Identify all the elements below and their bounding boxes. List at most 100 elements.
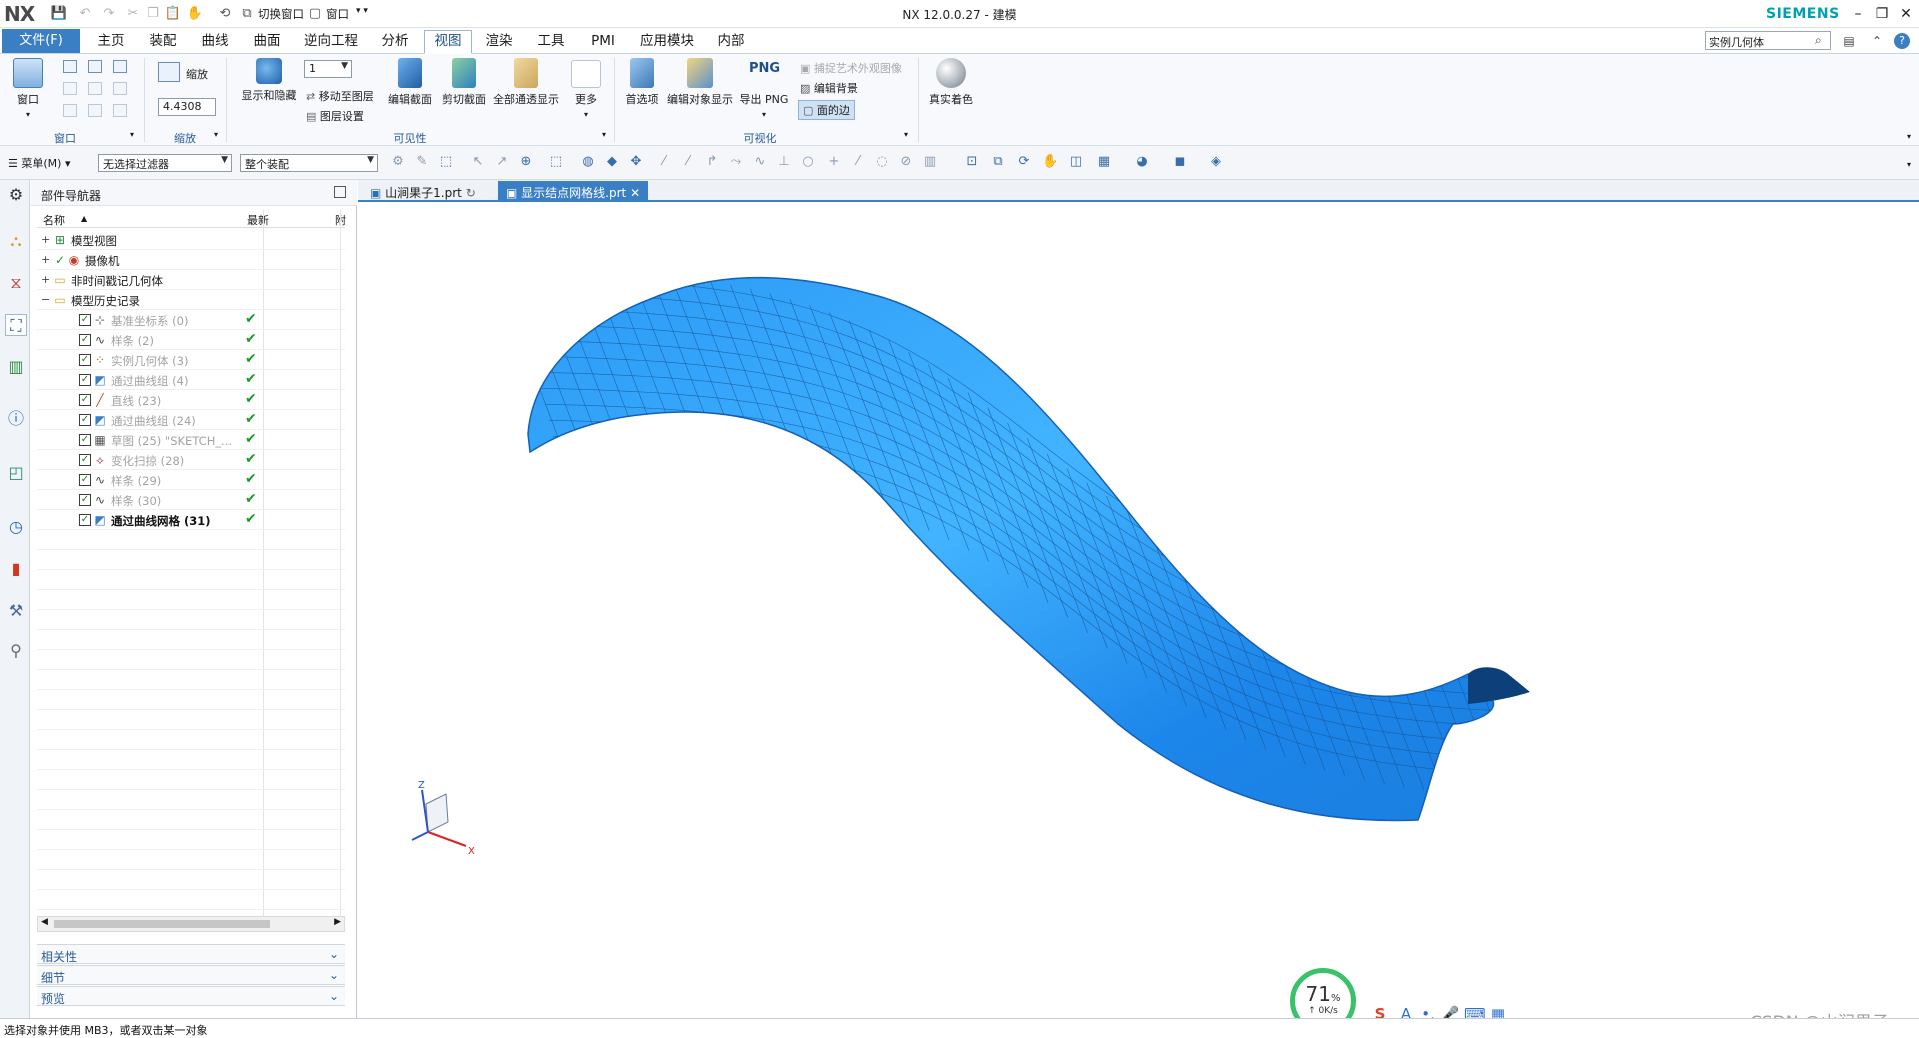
selection-scope-select[interactable]: 整个装配 ▼ <box>240 154 378 172</box>
work-layer-select[interactable]: 1 ▼ <box>304 60 352 78</box>
group-expand-icon[interactable]: ▾ <box>214 130 218 139</box>
solid-body-icon[interactable]: ◍ <box>580 154 596 170</box>
doc-tab-part2[interactable]: ▣ 显示结点网格线.prt ✕ <box>498 181 649 202</box>
tab-curve[interactable]: 曲线 <box>190 31 240 53</box>
visibility-checkbox[interactable]: ✓ <box>79 334 91 346</box>
tab-render[interactable]: 渲染 <box>474 31 524 53</box>
tab-application[interactable]: 应用模块 <box>630 31 704 53</box>
snap-center-icon[interactable]: ○ <box>800 154 816 170</box>
layout-six-icon[interactable] <box>113 104 127 117</box>
switch-window-button[interactable]: 切换窗口 <box>258 6 304 22</box>
tab-tools[interactable]: 工具 <box>526 31 576 53</box>
orient-view-icon[interactable]: ▦ <box>1096 154 1112 170</box>
tab-reverse-engineering[interactable]: 逆向工程 <box>294 31 368 53</box>
zoom-scale-input[interactable]: 4.4308 <box>158 98 216 116</box>
switch-window-icon[interactable]: ⧉ <box>238 5 256 23</box>
snap-point-icon[interactable]: + <box>826 154 842 170</box>
window-icon[interactable]: ▢ <box>306 5 324 23</box>
move-to-layer-button[interactable]: ⇄ 移动至图层 <box>306 88 374 104</box>
visibility-checkbox[interactable]: ✓ <box>79 454 91 466</box>
toolbar-expand-icon[interactable]: ▾ <box>1907 160 1911 169</box>
move-icon[interactable]: ✥ <box>628 154 644 170</box>
reuse-library-icon[interactable]: ▥ <box>5 356 27 378</box>
tree-node[interactable]: + ▭ 非时间戳记几何体 <box>37 270 345 290</box>
doc-tab-part1[interactable]: ▣ 山涧果子1.prt ↻ <box>362 181 484 202</box>
window-menu-button[interactable]: 窗口 <box>326 6 349 22</box>
true-shading-button[interactable]: 真实着色 <box>926 58 976 107</box>
help-icon[interactable]: ? <box>1894 33 1910 49</box>
general-selection-icon[interactable]: ⚙ <box>390 154 406 170</box>
rectangle-select-icon[interactable]: ⬚ <box>548 154 564 170</box>
cube-icon[interactable]: ◆ <box>604 154 620 170</box>
show-hide-quick-icon[interactable]: ◈ <box>1208 154 1224 170</box>
expand-toggle-icon[interactable]: − <box>41 293 50 306</box>
tab-analysis[interactable]: 分析 <box>370 31 420 53</box>
paste-icon[interactable]: 📋 <box>164 5 182 23</box>
minimize-icon[interactable]: – <box>1847 3 1869 25</box>
select-group-icon[interactable]: ⊕ <box>518 154 534 170</box>
type-filter-select[interactable]: 无选择过滤器 ▼ <box>98 154 232 172</box>
chevron-down-icon[interactable]: ▾ ▾ <box>356 6 368 16</box>
tree-node[interactable]: − ▭ 模型历史记录 <box>37 290 345 310</box>
ribbon-expand-icon[interactable]: ▾ <box>1907 132 1911 141</box>
view-fit-icon[interactable]: ⊡ <box>964 154 980 170</box>
layout-two-vertical-icon[interactable] <box>88 60 102 73</box>
close-icon[interactable]: ✕ <box>1895 3 1917 25</box>
clip-section-button[interactable]: 剪切截面 <box>438 58 490 107</box>
show-hide-button[interactable]: 显示和隐藏 <box>234 58 304 103</box>
visibility-checkbox[interactable]: ✓ <box>79 394 91 406</box>
snap-midpoint-icon[interactable]: ⁄ <box>680 154 696 170</box>
scroll-right-icon[interactable]: ▶ <box>334 917 341 927</box>
search-icon[interactable]: ⌕ <box>1815 33 1822 48</box>
face-edges-toggle[interactable]: ▢ 面的边 <box>798 100 855 120</box>
perspective-icon[interactable]: ◫ <box>1068 154 1084 170</box>
shaded-cube-icon[interactable]: ◼ <box>1172 154 1188 170</box>
restore-icon[interactable]: ❐ <box>1871 3 1893 25</box>
expand-toggle-icon[interactable]: + <box>41 273 50 286</box>
snap-bounded-icon[interactable]: ▥ <box>922 154 938 170</box>
tab-pmi[interactable]: PMI <box>578 31 628 53</box>
snap-face-icon[interactable]: ◌ <box>874 154 890 170</box>
tree-node[interactable]: + ✓ ◉ 摄像机 <box>37 250 345 270</box>
scroll-left-icon[interactable]: ◀ <box>41 917 48 927</box>
snap-perpendicular-icon[interactable]: ⊥ <box>776 154 792 170</box>
column-latest-header[interactable]: 最新 <box>247 212 269 228</box>
expand-toggle-icon[interactable]: + <box>41 233 50 246</box>
layout-three-bottom-icon[interactable] <box>88 104 102 117</box>
more-button[interactable]: 更多 ▾ <box>568 60 604 120</box>
group-expand-icon[interactable]: ▾ <box>904 130 908 139</box>
tab-internal[interactable]: 内部 <box>706 31 756 53</box>
snap-intersection-icon[interactable]: ⤳ <box>728 154 744 170</box>
zoom-icon[interactable] <box>158 62 180 82</box>
snap-control-icon[interactable]: ↱ <box>704 154 720 170</box>
3d-viewport[interactable]: X Z <box>358 204 1919 1018</box>
layout-three-left-icon[interactable] <box>88 82 102 95</box>
layout-three-top-icon[interactable] <box>63 104 77 117</box>
info-icon[interactable]: ⓘ <box>5 408 27 430</box>
snap-endpoint-icon[interactable]: ⁄ <box>656 154 672 170</box>
file-menu-button[interactable]: 文件(F) <box>2 29 80 53</box>
menu-button[interactable]: ☰ 菜单(M) ▾ <box>8 155 70 171</box>
snap-curve-icon[interactable]: ∿ <box>752 154 768 170</box>
gear-icon[interactable]: ⚙ <box>5 184 27 206</box>
preferences-button[interactable]: 首选项 <box>620 58 664 107</box>
redo-icon[interactable]: ↷ <box>100 5 118 23</box>
visibility-checkbox[interactable]: ✓ <box>79 434 91 446</box>
assembly-navigator-icon[interactable]: ⛬ <box>5 230 27 252</box>
scrollbar-thumb[interactable] <box>54 920 270 928</box>
tree-node[interactable]: ✓ ∿ 样条 (30) ✔ <box>37 490 345 510</box>
pan-icon[interactable]: ✋ <box>1042 154 1058 170</box>
tree-node[interactable]: ✓ ◩ 通过曲线组 (24) ✔ <box>37 410 345 430</box>
tree-node[interactable]: ✓ ⊹ 基准坐标系 (0) ✔ <box>37 310 345 330</box>
tab-assembly[interactable]: 装配 <box>138 31 188 53</box>
visibility-checkbox[interactable]: ✓ <box>79 414 91 426</box>
snap-tangent-icon[interactable]: ⁄ <box>850 154 866 170</box>
details-section[interactable]: 细节 ⌄ <box>37 965 345 985</box>
edit-object-display-button[interactable]: 编辑对象显示 <box>664 58 736 107</box>
tab-surface[interactable]: 曲面 <box>242 31 292 53</box>
maximize-panel-icon[interactable] <box>334 186 346 198</box>
edit-background-button[interactable]: ▨ 编辑背景 <box>800 80 858 96</box>
tree-node[interactable]: ✓ ▦ 草图 (25) "SKETCH_... ✔ <box>37 430 345 450</box>
visibility-checkbox[interactable]: ✓ <box>79 374 91 386</box>
tree-node[interactable]: ✓ ◩ 通过曲线组 (4) ✔ <box>37 370 345 390</box>
